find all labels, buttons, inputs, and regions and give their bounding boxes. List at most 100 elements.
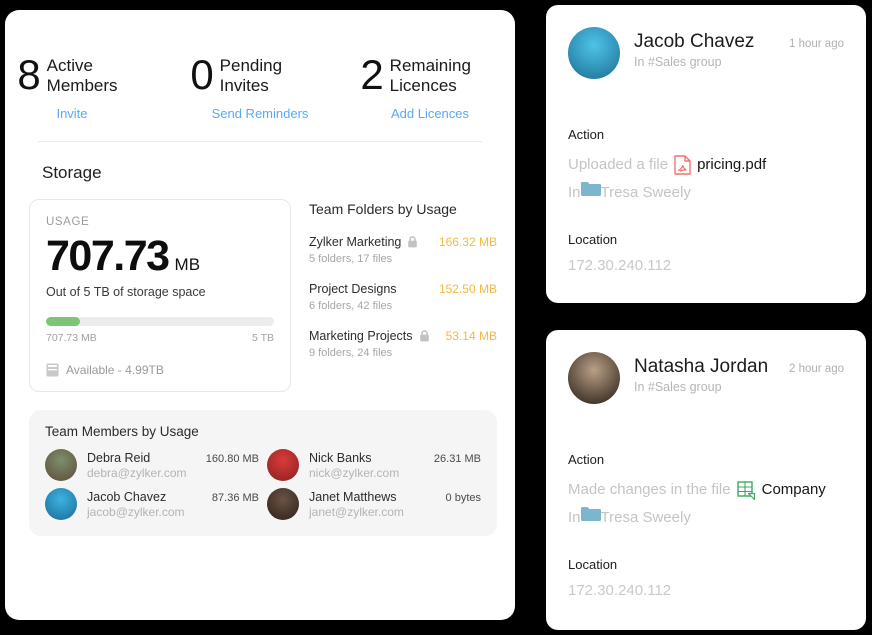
member-row[interactable]: Nick Banks 26.31 MB nick@zylker.com (267, 449, 481, 481)
team-members-grid: Debra Reid 160.80 MB debra@zylker.com Ni… (45, 449, 481, 520)
available-label: Available - 4.99TB (66, 363, 164, 377)
bar-max-label: 5 TB (252, 332, 274, 344)
file-name[interactable]: pricing.pdf (697, 152, 766, 178)
member-body: Nick Banks 26.31 MB nick@zylker.com (309, 451, 481, 480)
folder-size: 166.32 MB (439, 235, 497, 249)
folder-icon (581, 180, 601, 206)
location-value: 172.30.240.112 (568, 257, 844, 274)
file-name[interactable]: Company (762, 477, 826, 503)
member-name: Janet Matthews (309, 490, 397, 504)
stat-label: Remaining Licences (390, 56, 500, 96)
folder-size: 152.50 MB (439, 282, 497, 296)
folder-size: 53.14 MB (446, 329, 497, 343)
lock-icon (419, 330, 430, 342)
action-text: Made changes in the file (568, 477, 731, 503)
activity-group: In #Sales group (634, 380, 844, 394)
folder-meta: 5 folders, 17 files (309, 253, 497, 265)
invite-link[interactable]: Invite (56, 106, 87, 121)
stat-label: Pending Invites (220, 56, 330, 96)
member-row[interactable]: Jacob Chavez 87.36 MB jacob@zylker.com (45, 488, 259, 520)
spreadsheet-file-icon (737, 481, 756, 500)
activity-header: Jacob Chavez 1 hour ago In #Sales group (568, 27, 844, 79)
member-size: 87.36 MB (204, 492, 259, 504)
folder-row[interactable]: Project Designs 152.50 MB 6 folders, 42 … (309, 282, 497, 312)
member-body: Jacob Chavez 87.36 MB jacob@zylker.com (87, 490, 259, 519)
avatar (45, 488, 77, 520)
member-row[interactable]: Janet Matthews 0 bytes janet@zylker.com (267, 488, 481, 520)
team-members-panel: Team Members by Usage Debra Reid 160.80 … (29, 410, 497, 536)
activity-header-text: Jacob Chavez 1 hour ago In #Sales group (634, 27, 844, 69)
member-name: Jacob Chavez (87, 490, 166, 504)
usage-unit: MB (175, 255, 201, 275)
send-reminders-link[interactable]: Send Reminders (212, 106, 309, 121)
avatar (267, 449, 299, 481)
action-description: Uploaded a file pricing.pdf (568, 152, 844, 178)
stat-active-members: 8 Active Members Invite (5, 56, 175, 121)
activity-user-name: Jacob Chavez (634, 31, 754, 53)
team-folders-list: Team Folders by Usage Zylker Marketing 1… (291, 199, 497, 392)
member-name: Nick Banks (309, 451, 372, 465)
usage-subtitle: Out of 5 TB of storage space (46, 285, 274, 299)
activity-header-text: Natasha Jordan 2 hour ago In #Sales grou… (634, 352, 844, 394)
stat-top: 2 Remaining Licences (360, 56, 499, 96)
folder-name[interactable]: Tresa Sweely (601, 505, 691, 531)
member-email: jacob@zylker.com (87, 505, 259, 519)
member-top: Janet Matthews 0 bytes (309, 490, 481, 504)
activity-user-name: Natasha Jordan (634, 356, 768, 378)
team-folders-title: Team Folders by Usage (309, 201, 497, 217)
usage-value: 707.73 (46, 232, 169, 280)
folder-name: Project Designs (309, 282, 397, 296)
folder-name: Marketing Projects (309, 329, 413, 343)
add-licences-link[interactable]: Add Licences (391, 106, 469, 121)
team-overview-card: 8 Active Members Invite 0 Pending Invite… (5, 10, 515, 620)
member-size: 26.31 MB (426, 453, 481, 465)
activity-name-row: Jacob Chavez 1 hour ago (634, 31, 844, 53)
member-email: nick@zylker.com (309, 466, 481, 480)
folder-icon (581, 505, 601, 531)
activity-card-natasha-jordan: Natasha Jordan 2 hour ago In #Sales grou… (546, 330, 866, 630)
folder-line: Zylker Marketing 166.32 MB (309, 235, 497, 249)
folder-line: Marketing Projects 53.14 MB (309, 329, 497, 343)
folder-row[interactable]: Marketing Projects 53.14 MB 9 folders, 2… (309, 329, 497, 359)
activity-group: In #Sales group (634, 55, 844, 69)
stat-remaining-licences: 2 Remaining Licences Add Licences (345, 56, 515, 121)
folder-name: Zylker Marketing (309, 235, 401, 249)
stat-top: 8 Active Members (17, 56, 156, 96)
member-body: Debra Reid 160.80 MB debra@zylker.com (87, 451, 259, 480)
folder-line: Project Designs 152.50 MB (309, 282, 497, 296)
usage-caption: USAGE (46, 216, 274, 228)
member-name: Debra Reid (87, 451, 150, 465)
action-label: Action (568, 127, 844, 142)
location-label: Location (568, 557, 844, 572)
avatar (568, 27, 620, 79)
member-email: debra@zylker.com (87, 466, 259, 480)
member-size: 0 bytes (438, 492, 481, 504)
folder-meta: 9 folders, 24 files (309, 347, 497, 359)
folder-row[interactable]: Zylker Marketing 166.32 MB 5 folders, 17… (309, 235, 497, 265)
activity-timestamp: 2 hour ago (781, 363, 844, 375)
stats-row: 8 Active Members Invite 0 Pending Invite… (5, 10, 515, 121)
storage-section-title: Storage (42, 163, 515, 183)
member-top: Debra Reid 160.80 MB (87, 451, 259, 465)
member-body: Janet Matthews 0 bytes janet@zylker.com (309, 490, 481, 519)
location-value: 172.30.240.112 (568, 582, 844, 599)
stat-number: 8 (17, 56, 39, 94)
lock-icon (407, 236, 418, 248)
pdf-file-icon (674, 155, 691, 175)
storage-bar-labels: 707.73 MB 5 TB (46, 332, 274, 344)
usage-card: USAGE 707.73 MB Out of 5 TB of storage s… (29, 199, 291, 392)
activity-timestamp: 1 hour ago (781, 38, 844, 50)
location-label: Location (568, 232, 844, 247)
member-row[interactable]: Debra Reid 160.80 MB debra@zylker.com (45, 449, 259, 481)
folder-name[interactable]: Tresa Sweely (601, 180, 691, 206)
stat-number: 0 (190, 56, 212, 94)
action-description: Made changes in the file Company (568, 477, 844, 503)
avatar (568, 352, 620, 404)
action-location-line: In Tresa Sweely (568, 180, 844, 206)
avatar (267, 488, 299, 520)
stat-top: 0 Pending Invites (190, 56, 329, 96)
action-text: Uploaded a file (568, 152, 668, 178)
bar-min-label: 707.73 MB (46, 332, 97, 344)
storage-section: USAGE 707.73 MB Out of 5 TB of storage s… (5, 199, 515, 392)
usage-amount: 707.73 MB (46, 232, 274, 280)
